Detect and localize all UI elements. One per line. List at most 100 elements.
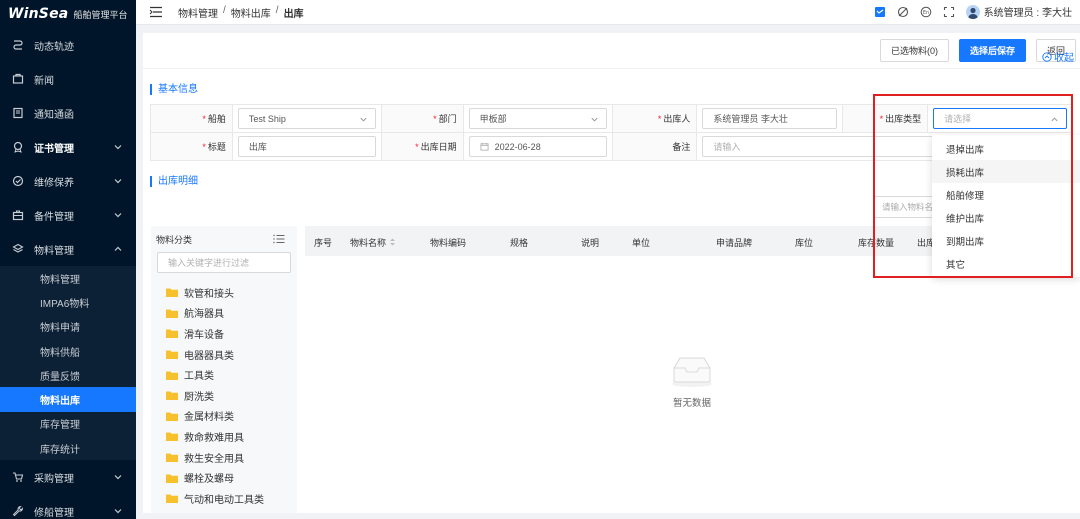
spare-parts-icon bbox=[12, 209, 24, 221]
date-cell: 2022-06-28 bbox=[463, 133, 613, 161]
category-item[interactable]: 螺栓及螺母 bbox=[151, 467, 297, 488]
chevron-up-icon bbox=[1051, 117, 1058, 122]
column-header: 申请品牌 bbox=[716, 238, 753, 248]
avatar[interactable] bbox=[965, 4, 980, 19]
submenu-item[interactable]: 质量反馈 bbox=[0, 363, 136, 387]
top-header: 物料管理 / 物料出库 / 出库 En 系统管理员 : 李大壮 bbox=[136, 0, 1080, 25]
submenu-item[interactable]: 物料申请 bbox=[0, 315, 136, 339]
svg-text:En: En bbox=[923, 10, 929, 16]
dropdown-option[interactable]: 到期出库 bbox=[932, 229, 1080, 252]
list-icon[interactable] bbox=[273, 234, 285, 244]
breadcrumb-item[interactable]: 物料管理 bbox=[178, 5, 218, 20]
category-panel: 物料分类 输入关键字进行过滤 软管和接头航海器具 滑车设备 电器器具类 工具类厨洗类金… bbox=[151, 226, 297, 519]
sidebar-item-purchase[interactable]: 采购管理 bbox=[0, 460, 136, 494]
fullscreen-icon[interactable] bbox=[943, 5, 956, 18]
sidebar-item-label: 维修保养 bbox=[34, 177, 74, 189]
sidebar-item-label: 物料管理 bbox=[34, 245, 74, 257]
mail-icon[interactable] bbox=[874, 5, 887, 18]
dropdown-option[interactable]: 维护出库 bbox=[932, 206, 1080, 229]
type-label: * 出库类型 bbox=[843, 105, 929, 133]
submenu-item[interactable]: 物料供船 bbox=[0, 339, 136, 363]
breadcrumb: 物料管理 / 物料出库 / 出库 bbox=[178, 5, 304, 20]
column-header-sortable[interactable]: 物料名称 bbox=[350, 236, 396, 249]
out-type-dropdown: 退掉出库 损耗出库 船舶修理 维护出库 到期出库 其它 bbox=[932, 135, 1080, 277]
person-label: * 出库人 bbox=[612, 105, 698, 133]
dept-cell: 甲板部 bbox=[463, 105, 613, 133]
selected-materials-button[interactable]: 已选物料(0) bbox=[879, 39, 949, 62]
dropdown-option[interactable]: 退掉出库 bbox=[932, 137, 1080, 160]
sidebar-item-track[interactable]: 动态轨迹 bbox=[0, 28, 136, 62]
ship-select[interactable]: Test Ship bbox=[237, 108, 376, 129]
column-header: 库位 bbox=[795, 238, 814, 248]
materials-icon bbox=[12, 243, 24, 255]
sidebar-item-notice[interactable]: 通知通函 bbox=[0, 96, 136, 130]
divider bbox=[143, 68, 1080, 69]
category-item[interactable]: 航海器具 bbox=[151, 303, 297, 324]
sidebar-item-maintenance[interactable]: 维修保养 bbox=[0, 164, 136, 198]
category-item[interactable]: 金属材料类 bbox=[151, 406, 297, 427]
detail-title: 出库明细 bbox=[150, 176, 198, 187]
sidebar: WinSea 船舶管理平台 动态轨迹 新闻 通知通函 证书管理 维修保养 备件管… bbox=[0, 0, 136, 519]
column-header: 说明 bbox=[581, 238, 600, 248]
submenu-item-active[interactable]: 物料出库 bbox=[0, 387, 136, 412]
cart-icon bbox=[12, 471, 24, 483]
category-item[interactable]: 厨洗类 bbox=[151, 385, 297, 406]
save-button[interactable]: 选择后保存 bbox=[958, 39, 1026, 62]
language-icon[interactable]: En bbox=[920, 5, 933, 18]
category-item[interactable]: 滑车设备 bbox=[151, 323, 297, 344]
breadcrumb-item[interactable]: 物料出库 bbox=[231, 5, 271, 20]
empty-text: 暂无数据 bbox=[672, 398, 711, 409]
submenu-item[interactable]: 库存统计 bbox=[0, 436, 136, 460]
dropdown-option-hover[interactable]: 损耗出库 bbox=[932, 160, 1080, 183]
category-item[interactable]: 救生安全用具 bbox=[151, 447, 297, 468]
sidebar-item-certificate[interactable]: 证书管理 bbox=[0, 130, 136, 164]
sidebar-item-label: 新闻 bbox=[34, 75, 54, 87]
category-item[interactable]: 救命救难用具 bbox=[151, 426, 297, 447]
category-title: 物料分类 bbox=[156, 234, 193, 245]
user-name[interactable]: 系统管理员 : 李大壮 bbox=[984, 4, 1072, 19]
chevron-up-icon bbox=[114, 246, 122, 251]
folder-icon bbox=[166, 371, 178, 380]
category-label: 螺栓及螺母 bbox=[184, 474, 234, 486]
folder-icon bbox=[166, 474, 178, 483]
breadcrumb-separator: / bbox=[223, 4, 226, 16]
notice-icon bbox=[12, 107, 24, 119]
submenu-item[interactable]: IMPA6物料 bbox=[0, 290, 136, 314]
sidebar-item-materials[interactable]: 物料管理 bbox=[0, 232, 136, 266]
dept-select[interactable]: 甲板部 bbox=[468, 108, 607, 129]
sidebar-item-repair[interactable]: 修船管理 bbox=[0, 494, 136, 519]
menu-fold-icon[interactable] bbox=[149, 6, 163, 18]
date-picker[interactable]: 2022-06-28 bbox=[468, 136, 607, 157]
category-label: 软管和接头 bbox=[184, 288, 234, 300]
form-row: * 船舶 Test Ship * 部门 甲板部 * 出库人 系统管理员 李大壮 * 出库… bbox=[151, 105, 1073, 133]
type-select[interactable]: 请选择 bbox=[933, 108, 1067, 129]
certificate-icon bbox=[12, 141, 24, 153]
ship-cell: Test Ship bbox=[232, 105, 382, 133]
chevron-down-icon bbox=[114, 145, 122, 150]
column-header: 序号 bbox=[314, 238, 333, 248]
collapse-label: 收起 bbox=[1054, 53, 1074, 64]
brand[interactable]: WinSea 船舶管理平台 bbox=[0, 0, 136, 28]
chevron-down-icon bbox=[590, 117, 598, 122]
news-icon bbox=[12, 73, 24, 85]
dropdown-option[interactable]: 船舶修理 bbox=[932, 183, 1080, 206]
sidebar-item-label: 修船管理 bbox=[34, 507, 74, 519]
subject-input[interactable]: 出库 bbox=[237, 136, 376, 157]
mute-icon[interactable] bbox=[897, 5, 910, 18]
collapse-link[interactable]: 收起 bbox=[1042, 49, 1074, 64]
dropdown-option[interactable]: 其它 bbox=[932, 252, 1080, 275]
category-item[interactable]: 工具类 bbox=[151, 364, 297, 385]
category-item[interactable]: 软管和接头 bbox=[151, 282, 297, 303]
category-label: 厨洗类 bbox=[184, 391, 214, 403]
category-item[interactable]: 气动和电动工具类 bbox=[151, 488, 297, 509]
category-item[interactable]: 电器器具类 bbox=[151, 344, 297, 365]
person-input[interactable]: 系统管理员 李大壮 bbox=[702, 108, 838, 129]
sidebar-item-spare-parts[interactable]: 备件管理 bbox=[0, 198, 136, 232]
sidebar-item-news[interactable]: 新闻 bbox=[0, 62, 136, 96]
submenu-item[interactable]: 物料管理 bbox=[0, 266, 136, 290]
folder-icon bbox=[166, 391, 178, 401]
category-filter-input[interactable]: 输入关键字进行过滤 bbox=[157, 252, 291, 273]
submenu-item[interactable]: 库存管理 bbox=[0, 412, 136, 436]
category-label: 金属材料类 bbox=[184, 412, 234, 424]
category-label: 救命救难用具 bbox=[184, 432, 244, 444]
